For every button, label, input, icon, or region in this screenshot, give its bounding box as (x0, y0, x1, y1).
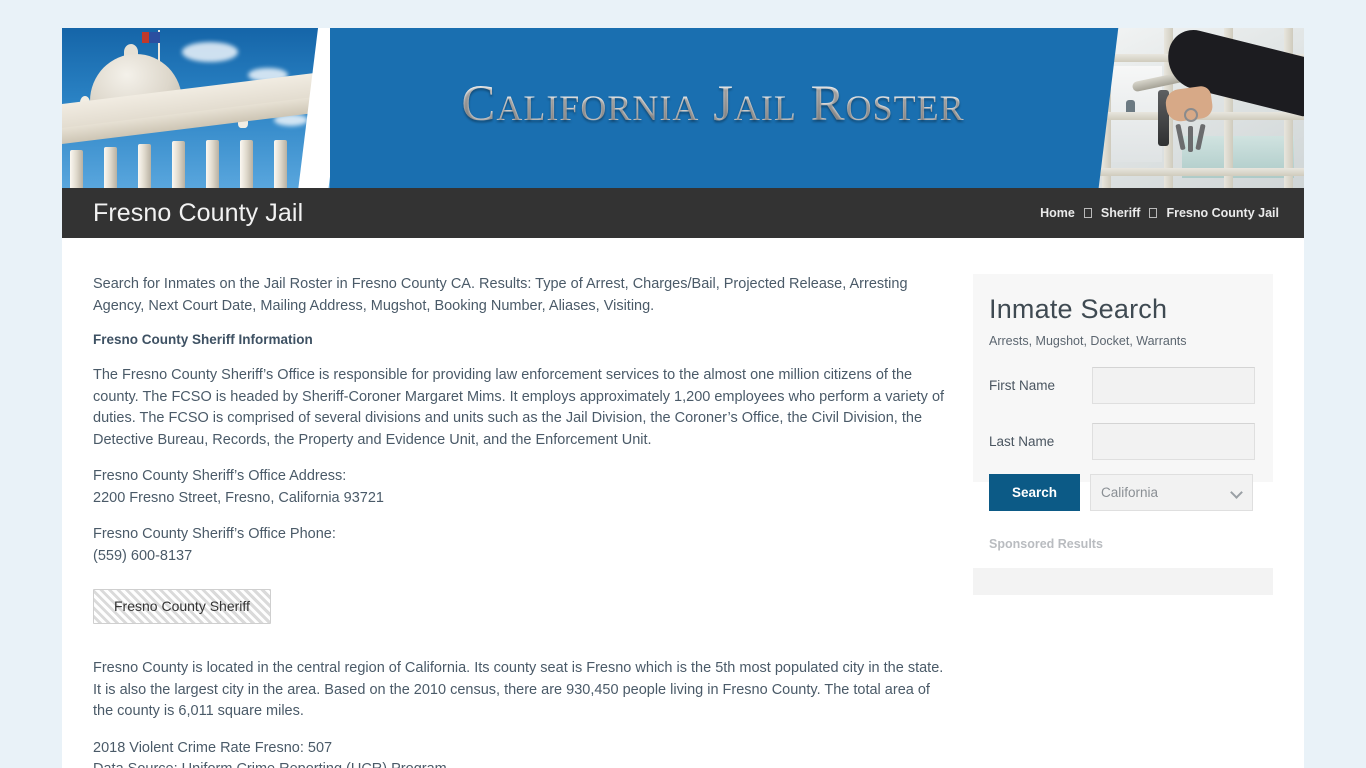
last-name-row: Last Name (989, 423, 1257, 460)
phone-label: Fresno County Sheriff’s Office Phone: (93, 526, 336, 542)
cloud-shape (182, 42, 238, 62)
key-shape (1175, 123, 1186, 151)
inmate-search-title: Inmate Search (989, 294, 1168, 324)
column-shape (70, 150, 83, 188)
inmate-search-panel: Inmate Search Arrests, Mugshot, Docket, … (973, 274, 1273, 511)
office-address-block: Fresno County Sheriff’s Office Address: … (93, 466, 953, 509)
column-shape (172, 141, 185, 188)
sheriff-description-paragraph: The Fresno County Sheriff’s Office is re… (93, 367, 945, 448)
address-label: Fresno County Sheriff’s Office Address: (93, 468, 347, 484)
keys-shape (1174, 108, 1208, 156)
first-name-row: First Name (989, 367, 1257, 404)
site-container: California Jail Roster Fresno County Jai… (62, 28, 1304, 768)
banner-title: California Jail Roster (330, 28, 1096, 188)
office-phone-block: Fresno County Sheriff’s Office Phone: (5… (93, 524, 953, 567)
breadcrumb-item-sheriff[interactable]: Sheriff (1101, 206, 1141, 220)
key-shape (1188, 126, 1193, 152)
site-banner: California Jail Roster (62, 28, 1304, 188)
main-column: Search for Inmates on the Jail Roster in… (93, 274, 953, 768)
breadcrumb-item-home[interactable]: Home (1040, 206, 1075, 220)
flag-shape (142, 32, 160, 43)
page-titlebar: Fresno County Jail Home Sheriff Fresno C… (62, 188, 1304, 238)
search-button[interactable]: Search (989, 474, 1080, 511)
state-select[interactable]: California (1090, 474, 1253, 511)
breadcrumb-separator-icon (1083, 208, 1092, 218)
sponsored-results-label: Sponsored Results (989, 537, 1103, 551)
column-shape (104, 147, 117, 188)
sidebar-column: Inmate Search Arrests, Mugshot, Docket, … (973, 274, 1273, 595)
sponsored-results-placeholder (973, 568, 1273, 595)
page-content: Search for Inmates on the Jail Roster in… (62, 238, 1304, 768)
keyring-shape (1184, 108, 1198, 122)
last-name-input[interactable] (1092, 423, 1255, 460)
chevron-down-icon (1230, 486, 1243, 499)
page-title: Fresno County Jail (93, 198, 304, 227)
page-root: California Jail Roster Fresno County Jai… (0, 0, 1366, 768)
breadcrumb-separator-icon (1149, 208, 1158, 218)
breadcrumb: Home Sheriff Fresno County Jail (1040, 206, 1304, 220)
columns-group (62, 140, 330, 188)
last-name-label: Last Name (989, 434, 1055, 449)
first-name-label: First Name (989, 378, 1056, 393)
capitol-photo (62, 28, 330, 188)
column-shape (274, 140, 287, 188)
bar-shape (1096, 168, 1304, 176)
jail-bars-photo (1096, 28, 1304, 188)
column-shape (206, 140, 219, 188)
column-shape (240, 140, 253, 188)
phone-value: (559) 600-8137 (93, 547, 193, 564)
section-heading: Fresno County Sheriff Information (93, 332, 313, 347)
state-select-value: California (1101, 485, 1159, 500)
address-value: 2200 Fresno Street, Fresno, California 9… (93, 489, 384, 506)
inmate-search-subtitle: Arrests, Mugshot, Docket, Warrants (989, 334, 1187, 348)
crime-stats-block: 2018 Violent Crime Rate Fresno: 507 Data… (93, 738, 953, 768)
violent-crime-rate: 2018 Violent Crime Rate Fresno: 507 (93, 739, 333, 756)
county-description-paragraph: Fresno County is located in the central … (93, 660, 944, 719)
intro-paragraph: Search for Inmates on the Jail Roster in… (93, 276, 908, 314)
first-name-input[interactable] (1092, 367, 1255, 404)
breadcrumb-item-current: Fresno County Jail (1166, 206, 1279, 220)
search-action-row: Search California (989, 474, 1253, 511)
key-shape (1195, 123, 1206, 151)
fresno-county-sheriff-button[interactable]: Fresno County Sheriff (93, 589, 271, 624)
data-source: Data Source: Uniform Crime Reporting (UC… (93, 761, 447, 768)
column-shape (138, 144, 151, 188)
